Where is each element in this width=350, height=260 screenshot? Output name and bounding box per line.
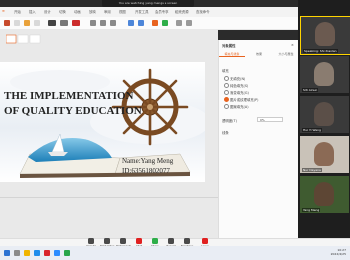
menu-item[interactable]: 开发工具 — [135, 9, 149, 14]
picture-fill-label: 图片或纹理填充(P) — [230, 98, 259, 102]
font-bold-icon[interactable] — [48, 20, 56, 26]
menu-item[interactable]: 动画 — [74, 9, 81, 14]
solid-fill-radio[interactable] — [224, 83, 229, 88]
video-gallery: Speaking: Shi Xiaolan Siti Ainun Hui Yi … — [298, 0, 350, 238]
fill-section-header[interactable]: 填充 — [222, 68, 229, 73]
microphone-icon — [88, 238, 94, 244]
transparency-field[interactable]: 0% — [257, 117, 283, 122]
menu-item[interactable]: 视图 — [119, 9, 126, 14]
gradient-fill-radio[interactable] — [224, 90, 229, 95]
pane-title: 对象属性 — [222, 44, 236, 48]
pattern-fill-label: 图案填充(A) — [230, 105, 249, 109]
participant-name: Hui Yi Wang — [302, 128, 322, 132]
gradient-fill-label: 渐变填充(G) — [230, 91, 249, 95]
menu-item[interactable]: 审阅 — [104, 9, 111, 14]
record-icon — [168, 238, 174, 244]
tab-effects[interactable]: 效果 — [246, 52, 272, 56]
font-italic-icon[interactable] — [60, 20, 68, 26]
arrange-icon[interactable] — [138, 20, 144, 26]
chat-icon — [136, 238, 142, 244]
participant-name: Yang Meng — [302, 208, 321, 212]
slide-thumbnail-strip[interactable] — [6, 33, 76, 47]
share-screen-icon — [152, 238, 158, 244]
leave-icon — [202, 238, 208, 244]
notes-divider — [0, 197, 218, 198]
menu-item[interactable]: 放映 — [89, 9, 96, 14]
app-menu[interactable]: ≡ — [2, 9, 5, 13]
line-section-header[interactable]: 线条 — [222, 130, 229, 135]
share-banner: You are watching yang mengs s screen — [102, 0, 194, 7]
menu-item[interactable]: 会员专享 — [155, 9, 169, 14]
participant-name: Speaking: Shi Xiaolan — [303, 49, 338, 53]
align-center-icon[interactable] — [100, 20, 106, 26]
video-tile[interactable]: Yang Meng — [300, 176, 349, 213]
participant-video — [314, 142, 334, 166]
video-camera-icon — [104, 238, 110, 244]
wechat-icon[interactable] — [64, 250, 70, 256]
participant-video — [314, 62, 334, 86]
pane-tabs: 填充与线条 效果 大小与属性 — [219, 52, 299, 63]
menu-item[interactable]: 插入 — [29, 9, 36, 14]
zoom-app-icon[interactable] — [54, 250, 60, 256]
align-right-icon[interactable] — [110, 20, 116, 26]
solid-fill-label: 纯色填充(S) — [230, 84, 249, 88]
video-tile[interactable]: Speaking: Shi Xiaolan — [300, 16, 350, 55]
presenter-name: Name:Yang Meng — [122, 157, 174, 165]
pane-close-icon[interactable]: × — [291, 43, 294, 47]
video-tile[interactable]: Hui Yi Wang — [300, 96, 349, 133]
table-icon[interactable] — [162, 20, 168, 26]
clock-date: 2022/4/25 — [330, 252, 346, 256]
windows-taskbar — [0, 246, 350, 260]
font-color-icon[interactable] — [72, 20, 80, 26]
menu-item[interactable]: 切换 — [59, 9, 66, 14]
participant-name: Nur Dayana — [302, 168, 322, 172]
reactions-icon — [184, 238, 190, 244]
pattern-fill-radio[interactable] — [224, 104, 229, 109]
slide-title-line-1: THE IMPLEMENTATION — [4, 90, 134, 102]
video-tile[interactable]: Siti Ainun — [300, 56, 349, 93]
search-icon[interactable] — [14, 250, 20, 256]
system-clock: 10:27 2022/4/25 — [331, 248, 346, 256]
menu-item[interactable]: 稻壳资源 — [175, 9, 189, 14]
picture-fill-radio[interactable] — [224, 97, 229, 102]
menu-item[interactable]: 设计 — [44, 9, 51, 14]
start-menu-icon[interactable] — [4, 250, 10, 256]
tab-fill-line[interactable]: 填充与线条 — [219, 52, 245, 57]
tab-size-properties[interactable]: 大小与属性 — [273, 52, 299, 56]
search-command[interactable]: 查找命令 — [196, 9, 210, 14]
select-icon[interactable] — [186, 20, 192, 26]
participant-video — [314, 102, 334, 126]
no-fill-label: 无填充(N) — [230, 77, 246, 81]
object-properties-pane: 对象属性 × 填充与线条 效果 大小与属性 填充 无填充(N) 纯色填充(S) … — [218, 40, 299, 238]
slide-artwork — [0, 62, 205, 182]
participant-video — [315, 22, 335, 46]
transparency-label: 透明度(T) — [222, 119, 237, 123]
menu-item[interactable]: 开始 — [14, 9, 21, 14]
presenter-id: ID:63561802077 — [122, 167, 170, 175]
layout-icon[interactable] — [34, 20, 40, 26]
align-left-icon[interactable] — [90, 20, 96, 26]
file-explorer-icon[interactable] — [24, 250, 30, 256]
participant-name: Siti Ainun — [302, 88, 319, 92]
shape-icon[interactable] — [128, 20, 134, 26]
cut-icon[interactable] — [14, 20, 20, 26]
video-tile[interactable]: Nur Dayana — [300, 136, 349, 173]
slide-canvas[interactable]: THE IMPLEMENTATION OF QUALITY EDUCATION … — [0, 62, 205, 182]
paste-icon[interactable] — [4, 20, 10, 26]
participant-video — [314, 182, 334, 206]
no-fill-radio[interactable] — [224, 76, 229, 81]
browser-icon[interactable] — [34, 250, 40, 256]
participants-icon — [120, 238, 126, 244]
find-icon[interactable] — [176, 20, 182, 26]
slide-title-line-2: OF QUALITY EDUCATION — [4, 105, 142, 117]
new-slide-icon[interactable] — [24, 20, 30, 26]
wps-icon[interactable] — [44, 250, 50, 256]
picture-icon[interactable] — [152, 20, 158, 26]
